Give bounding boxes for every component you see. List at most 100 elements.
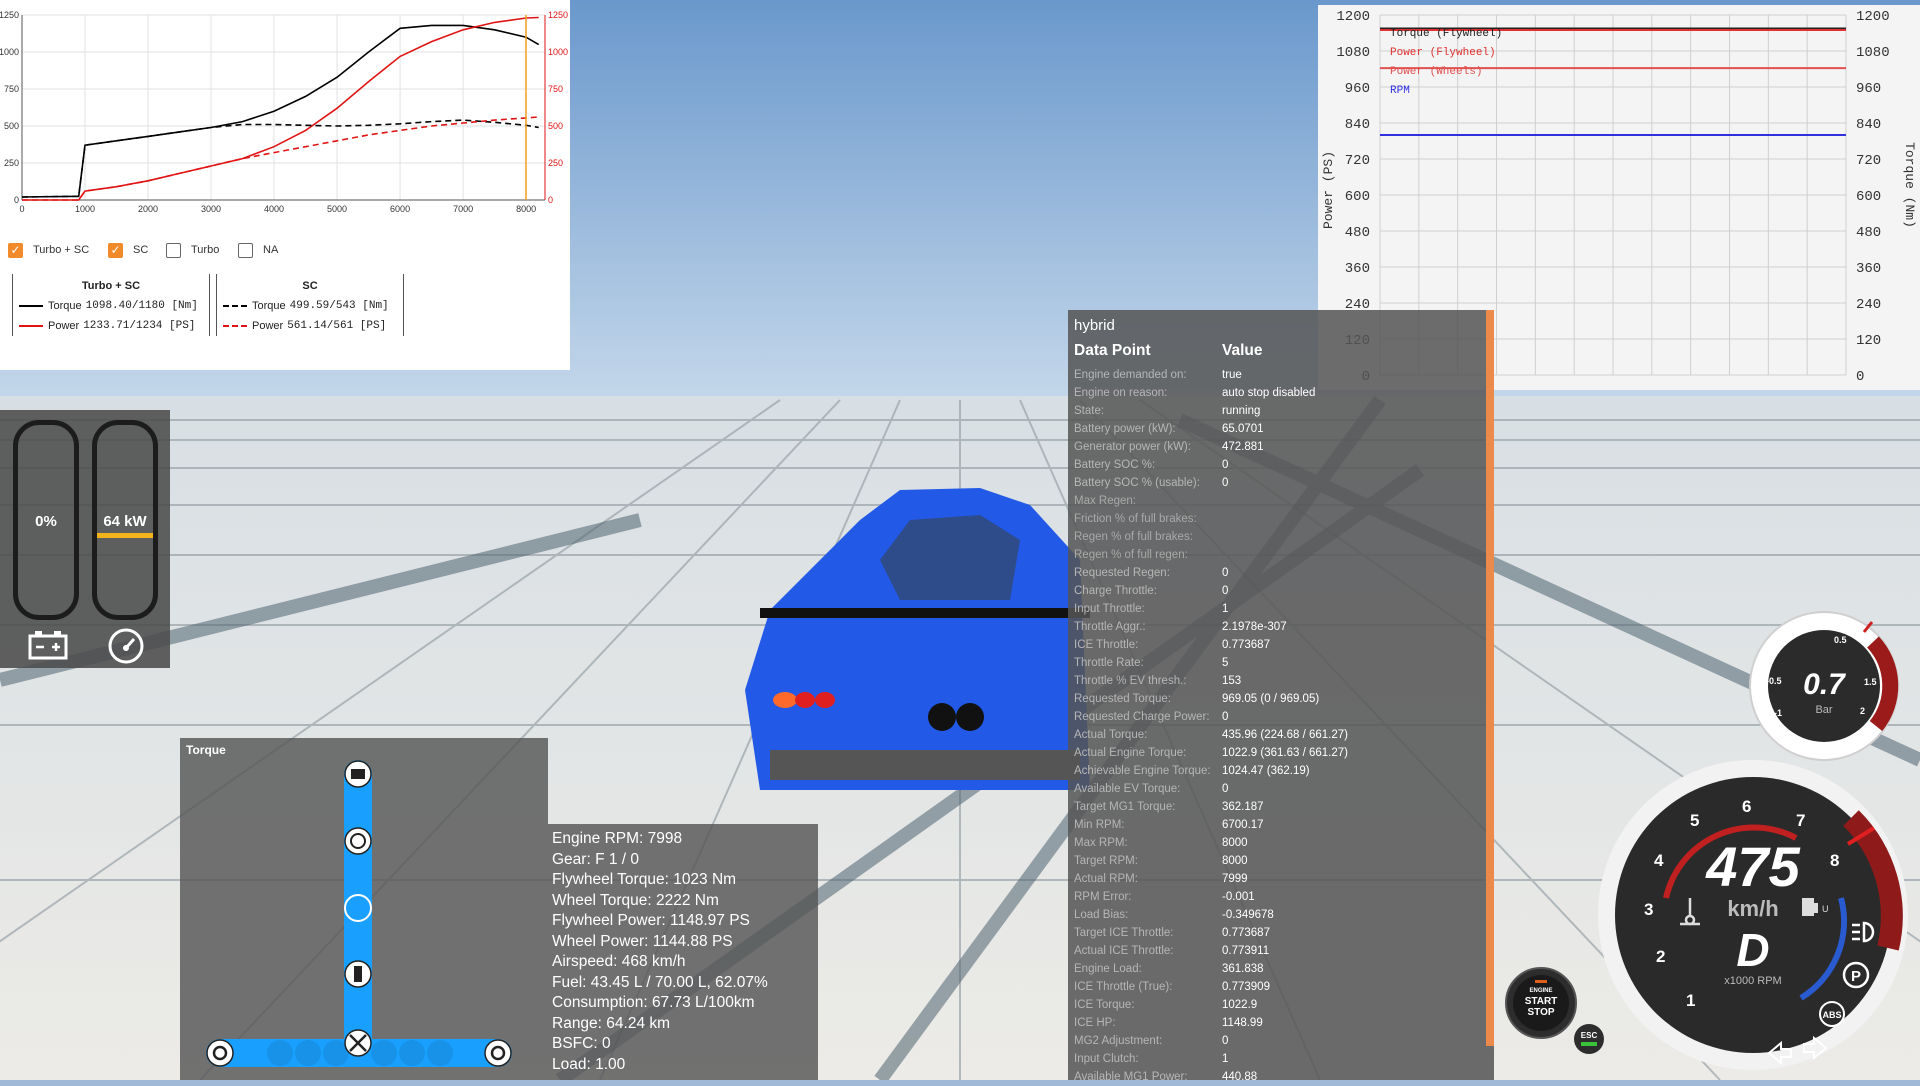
legend-value: 561.14/561 [PS] xyxy=(287,320,387,332)
hybrid-row: ICE Torque: 1022.9 xyxy=(1068,996,1488,1014)
legend-value: 1233.71/1234 [PS] xyxy=(83,320,196,332)
y-right-tick-label: 240 xyxy=(1856,297,1881,313)
ev-gauges: 0% 64 kW xyxy=(0,410,170,668)
legend-sc: SC Torque 499.59/543 [Nm] Power 561.14/5… xyxy=(216,274,404,336)
y-right-tick-label: 480 xyxy=(1856,225,1881,241)
checkbox-sc-box[interactable]: ✓ xyxy=(108,242,123,258)
checkbox-turbo-sc-box[interactable]: ✓ xyxy=(8,242,23,258)
driveshaft-node-icon xyxy=(344,960,372,988)
hybrid-row-key: Max Regen: xyxy=(1074,495,1137,507)
hybrid-row: Throttle % EV thresh.: 153 xyxy=(1068,672,1488,690)
y-right-tick-label: 960 xyxy=(1856,81,1881,97)
hybrid-row-value: 7999 xyxy=(1222,873,1248,885)
y-left-tick-label: 250 xyxy=(4,158,19,168)
engine-start-line1: ENGINE xyxy=(1529,988,1552,994)
hybrid-row-key: Achievable Engine Torque: xyxy=(1074,765,1211,777)
hybrid-row-key: Actual ICE Throttle: xyxy=(1074,945,1174,957)
hybrid-row-key: Friction % of full brakes: xyxy=(1074,513,1197,525)
hybrid-row-value: 6700.17 xyxy=(1222,819,1264,831)
checkbox-turbo-label: Turbo xyxy=(191,244,220,256)
y-left-tick-label: 480 xyxy=(1345,225,1370,241)
hybrid-row: ICE Throttle (True): 0.773909 xyxy=(1068,978,1488,996)
boost-tick: -1 xyxy=(1774,708,1782,718)
hybrid-row-key: Requested Regen: xyxy=(1074,567,1170,579)
rpm-tick: 8 xyxy=(1830,851,1839,870)
stat-line: Consumption: 67.73 L/100km xyxy=(552,994,755,1011)
x-tick-label: 5000 xyxy=(327,204,347,214)
hybrid-row: Engine on reason: auto stop disabled xyxy=(1068,384,1488,402)
x-tick-label: 2000 xyxy=(138,204,158,214)
legend-label: Power xyxy=(48,320,80,332)
y-left-tick-label: 500 xyxy=(4,121,19,131)
graph-legend-entry: Torque (Flywheel) xyxy=(1390,28,1502,40)
stat-line: Load: 1.00 xyxy=(552,1055,626,1073)
x-tick-label: 6000 xyxy=(390,204,410,214)
hybrid-col-value: Value xyxy=(1222,342,1263,359)
speed-value: 475 xyxy=(1705,835,1800,898)
hybrid-row-value: -0.349678 xyxy=(1222,909,1274,921)
dyno-chart: 0 1000 2000 3000 4000 5000 6000 7000 80000 0250 25… xyxy=(0,10,568,214)
hybrid-row-key: Battery SOC %: xyxy=(1074,459,1156,471)
rpm-tick: 5 xyxy=(1690,811,1699,830)
hybrid-row-key: Target ICE Throttle: xyxy=(1074,927,1174,939)
hybrid-row-value: 362.187 xyxy=(1222,801,1264,813)
dyno-panel: 0 1000 2000 3000 4000 5000 6000 7000 8000 0 0 250 25… xyxy=(0,0,570,370)
hybrid-row-key: Regen % of full regen: xyxy=(1074,549,1188,561)
engine-start-stop-button[interactable]: ENGINE START STOP xyxy=(1504,966,1578,1040)
hybrid-row: Requested Torque: 969.05 (0 / 969.05) xyxy=(1068,690,1488,708)
graph-legend-entry: Power (Wheels) xyxy=(1390,66,1482,78)
hybrid-row-value: 0 xyxy=(1222,711,1229,723)
hybrid-row-value: 440.88 xyxy=(1222,1071,1258,1083)
hybrid-row-key: Throttle % EV thresh.: xyxy=(1074,675,1187,687)
esc-indicator[interactable]: ESC xyxy=(1572,1022,1606,1056)
hybrid-row-key: Engine demanded on: xyxy=(1074,369,1187,381)
hybrid-row-value: 1 xyxy=(1222,603,1229,615)
hybrid-row-value: 0 xyxy=(1222,567,1229,579)
y-left-tick-label: 360 xyxy=(1345,261,1370,277)
hybrid-row: Input Throttle: 1 xyxy=(1068,600,1488,618)
hybrid-row-value: 0 xyxy=(1222,459,1229,471)
legend-label: Power xyxy=(252,320,284,332)
hybrid-row: Input Clutch: 1 xyxy=(1068,1050,1488,1068)
y-left-tick-label: 720 xyxy=(1345,153,1370,169)
boost-tick: 1.5 xyxy=(1864,677,1877,687)
y-right-axis-label: Torque (Nm) xyxy=(1902,142,1917,228)
hybrid-row: Requested Regen: 0 xyxy=(1068,564,1488,582)
hybrid-row-key: Requested Charge Power: xyxy=(1074,711,1210,723)
y-right-tick-label: 500 xyxy=(548,121,563,131)
stat-line: Fuel: 43.45 L / 70.00 L, 62.07% xyxy=(552,973,768,991)
stat-line: Flywheel Power: 1148.97 PS xyxy=(552,912,750,929)
hybrid-row: Max Regen: xyxy=(1068,492,1488,510)
hybrid-row-value: 8000 xyxy=(1222,855,1248,867)
y-left-tick-label: 750 xyxy=(4,84,19,94)
checkbox-turbo-sc[interactable]: ✓ Turbo + SC xyxy=(8,240,89,260)
wheel-right-icon xyxy=(484,1039,512,1067)
legend-value: 499.59/543 [Nm] xyxy=(289,300,389,312)
hybrid-row-key: Target RPM: xyxy=(1074,855,1138,867)
drivetrain-graph xyxy=(206,760,512,1067)
hybrid-row-value: 0.773687 xyxy=(1222,639,1270,651)
hybrid-row-key: Charge Throttle: xyxy=(1074,585,1157,597)
hybrid-row-value: 5 xyxy=(1222,657,1229,669)
power-gauge-bar xyxy=(97,533,153,538)
hybrid-scrollbar[interactable] xyxy=(1486,310,1494,1046)
y-right-tick-label: 750 xyxy=(548,84,563,94)
checkbox-turbo-box[interactable] xyxy=(166,242,181,258)
legend-swatch xyxy=(223,325,247,327)
hybrid-row-key: ICE HP: xyxy=(1074,1017,1116,1029)
hybrid-panel-title: hybrid xyxy=(1074,317,1115,334)
park-label: P xyxy=(1851,968,1861,985)
checkbox-na-box[interactable] xyxy=(238,242,253,258)
rpm-tick: 7 xyxy=(1796,811,1805,830)
y-left-tick-label: 1250 xyxy=(0,10,19,20)
hybrid-row-key: ICE Throttle (True): xyxy=(1074,981,1173,993)
checkbox-na[interactable]: NA xyxy=(238,240,278,260)
boost-tick: -0.5 xyxy=(1766,676,1782,686)
series-line-4 xyxy=(22,116,539,201)
wheel-left-icon xyxy=(206,1039,234,1067)
checkbox-turbo[interactable]: Turbo xyxy=(166,240,219,260)
checkbox-sc[interactable]: ✓ SC xyxy=(108,240,148,260)
hybrid-row: Target MG1 Torque: 362.187 xyxy=(1068,798,1488,816)
hybrid-row-key: Requested Torque: xyxy=(1074,693,1171,705)
legend-swatch xyxy=(19,305,43,307)
